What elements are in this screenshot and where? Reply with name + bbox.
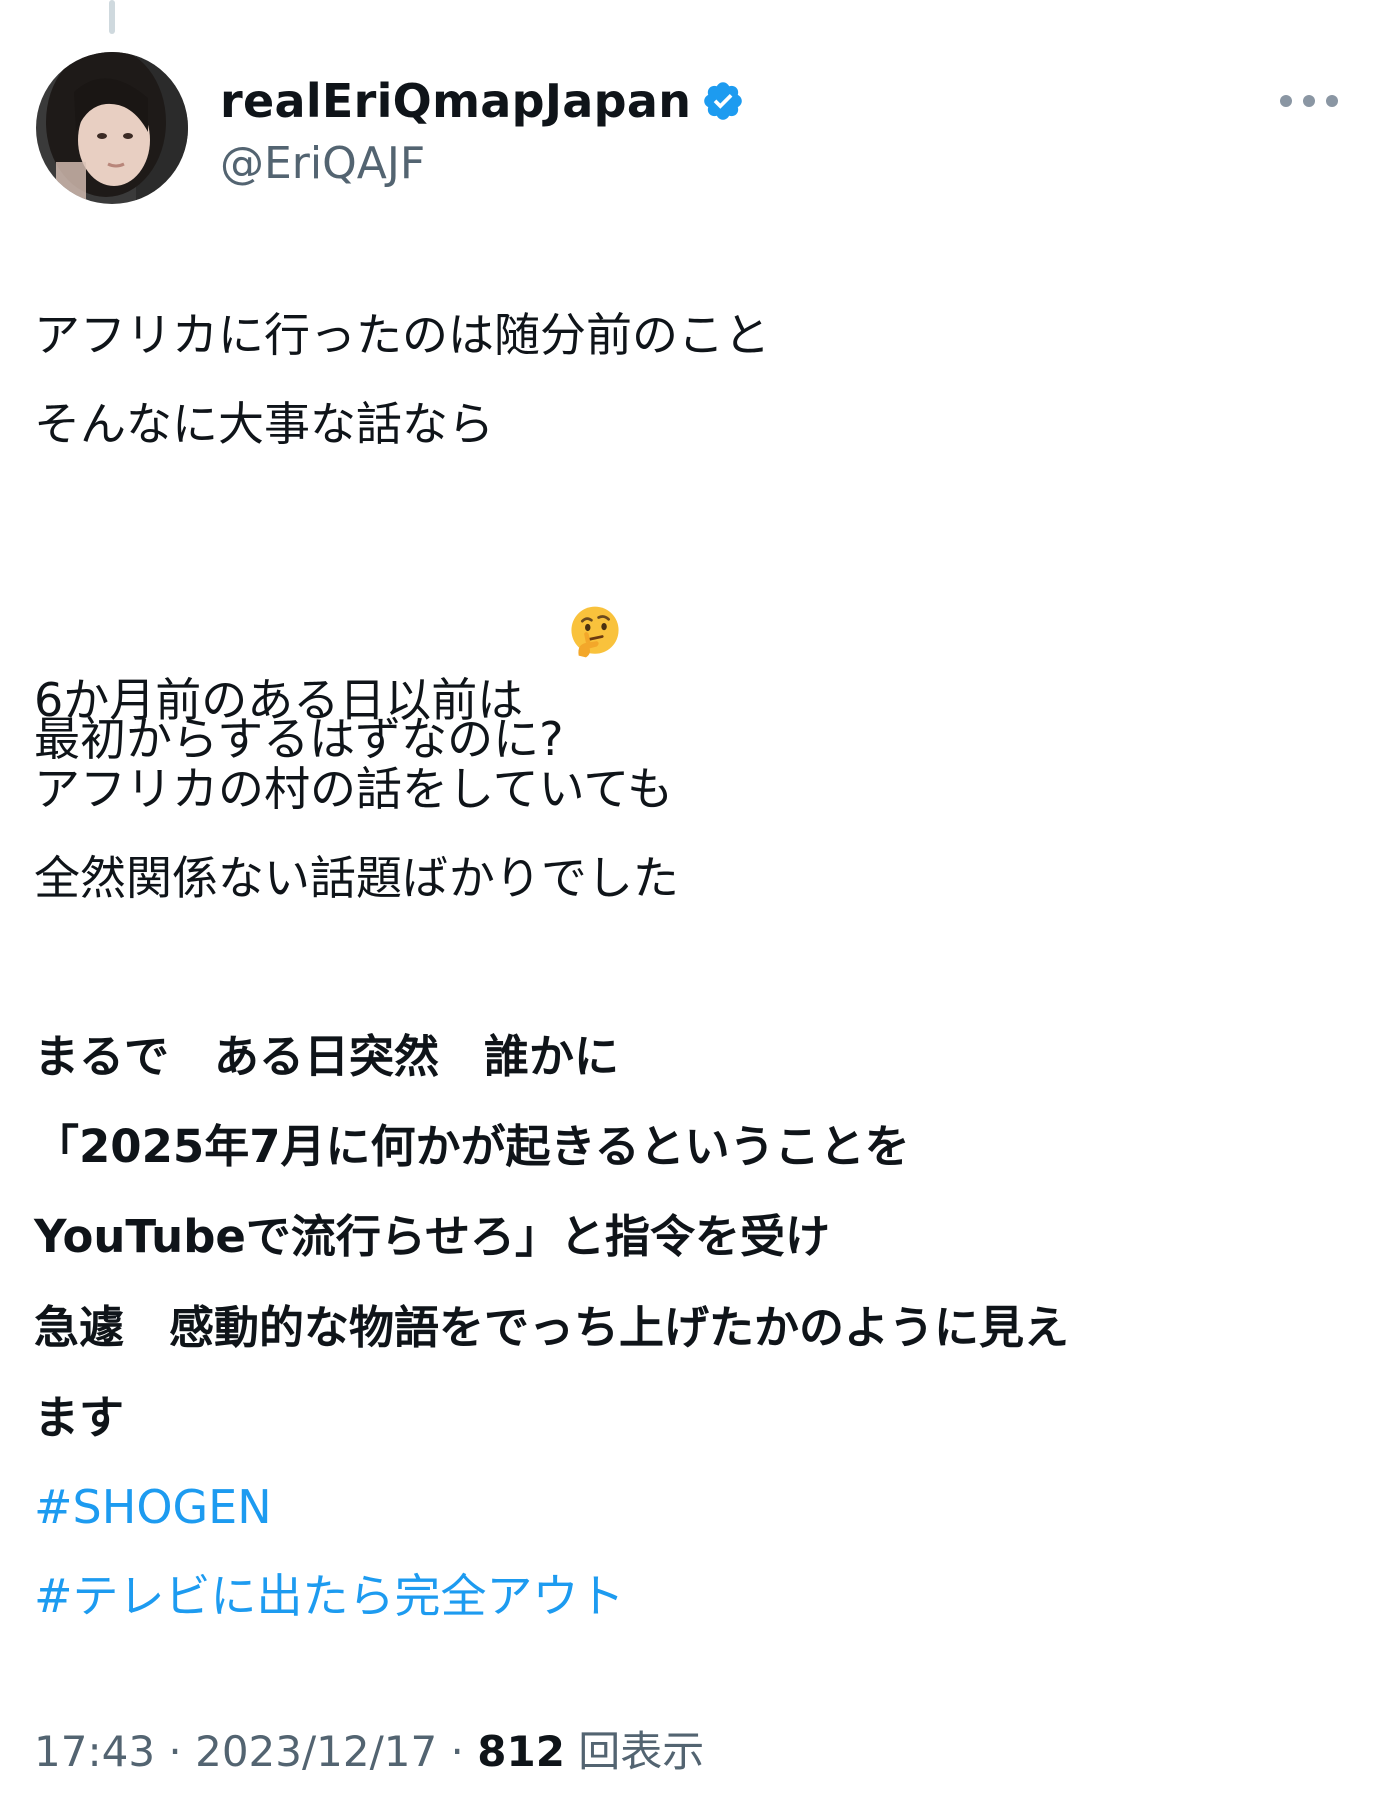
more-options-icon[interactable] [1280,86,1338,116]
author-display-name[interactable]: realEriQmapJapan [220,74,691,128]
hashtag-link[interactable]: #テレビに出たら完全アウト [34,1566,625,1626]
author-handle[interactable]: @EriQAJF [220,138,425,189]
author-name-row[interactable]: realEriQmapJapan [220,68,745,134]
tweet-time[interactable]: 17:43 [34,1727,155,1776]
meta-separator: · [155,1727,196,1776]
tweet-date[interactable]: 2023/12/17 [195,1727,437,1776]
tweet-line: アフリカの村の話をしていても [34,762,673,816]
tweet-line: 急遽 感動的な物語をでっち上げたかのように見え [34,1301,1070,1354]
thinking-face-icon [566,483,624,658]
tweet-line: まるで ある日突然 誰かに [34,1030,620,1083]
tweet-line: YouTubeで流行らせろ」と指令を受け [34,1210,831,1263]
thread-connector-line [109,0,115,34]
views-label [565,1727,578,1776]
tweet-metadata: 17:43 · 2023/12/17 · 812 回表示 [34,1718,704,1779]
tweet-line: アフリカに行ったのは随分前のこと [34,308,770,362]
tweet-line: そんなに大事な話なら [34,397,494,451]
tweet-line: 全然関係ない話題ばかりでした [34,851,679,905]
avatar[interactable] [36,52,188,204]
verified-badge-icon [701,79,745,123]
views-label-text[interactable]: 回表示 [578,1718,704,1779]
hashtag-link[interactable]: #SHOGEN [34,1477,272,1537]
views-count[interactable]: 812 [477,1727,565,1776]
tweet-line: 6か月前のある日以前は [34,673,524,727]
tweet-line: 「2025年7月に何かが起きるということを [34,1120,910,1173]
tweet-line: ます [34,1391,125,1444]
meta-separator: · [437,1727,478,1776]
tweet-line: 最初からするはずなのに? [34,483,624,766]
